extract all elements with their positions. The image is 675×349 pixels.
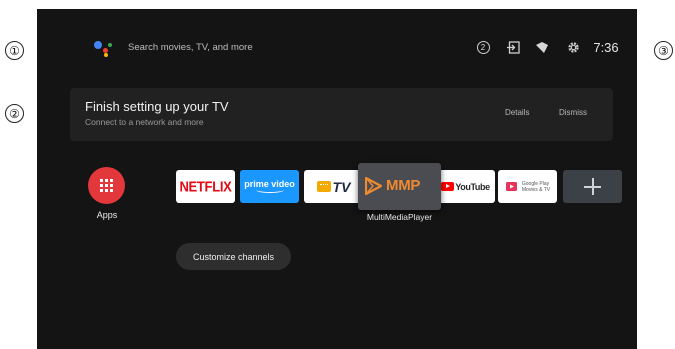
focused-app-caption: MultiMediaPlayer [366, 212, 433, 222]
tv-app-tile[interactable]: TV [304, 170, 363, 203]
youtube-logo: YouTube [455, 181, 490, 192]
settings-icon[interactable] [565, 38, 581, 56]
mmp-play-icon [365, 177, 382, 195]
callout-2: ② [5, 104, 24, 123]
customize-channels-button[interactable]: Customize channels [176, 243, 291, 270]
notification-count-badge: 2 [476, 40, 490, 54]
tv-app-logo: TV [332, 178, 351, 195]
tv-badge-icon [316, 181, 331, 192]
netflix-logo: NETFLIX [179, 177, 232, 196]
setup-card-subtitle: Connect to a network and more [85, 117, 204, 127]
callout-1: ① [5, 41, 24, 60]
tv-home-screen: Search movies, TV, and more 2 7:36 Finis… [37, 9, 637, 349]
add-app-tile[interactable] [563, 170, 622, 203]
prime-video-tile[interactable]: prime video [240, 170, 299, 203]
details-button[interactable]: Details [505, 108, 529, 117]
google-play-movies-icon [505, 182, 517, 191]
youtube-tile[interactable]: YouTube [436, 170, 495, 203]
clock: 7:36 [593, 39, 619, 55]
callout-3: ③ [654, 41, 673, 60]
mmp-logo: MMP [386, 177, 421, 194]
apps-grid-icon [100, 179, 113, 192]
input-icon[interactable] [505, 38, 521, 56]
plus-icon [584, 178, 601, 195]
youtube-play-icon [441, 182, 455, 191]
setup-card-title: Finish setting up your TV [85, 99, 229, 114]
apps-label: Apps [96, 210, 118, 220]
notifications-indicator[interactable]: 2 [475, 38, 491, 56]
apps-button[interactable] [88, 167, 125, 204]
prime-smile-icon [255, 187, 284, 193]
dismiss-button[interactable]: Dismiss [559, 108, 587, 117]
mmp-tile[interactable]: MMP [358, 163, 441, 210]
search-input[interactable]: Search movies, TV, and more [128, 42, 253, 53]
setup-card[interactable]: Finish setting up your TV Connect to a n… [70, 88, 613, 141]
wifi-icon[interactable] [534, 38, 550, 56]
netflix-tile[interactable]: NETFLIX [176, 170, 235, 203]
google-play-movies-label: Google Play Movies & TV [521, 180, 551, 193]
assistant-icon[interactable] [94, 39, 116, 59]
google-play-movies-tile[interactable]: Google Play Movies & TV [498, 170, 557, 203]
